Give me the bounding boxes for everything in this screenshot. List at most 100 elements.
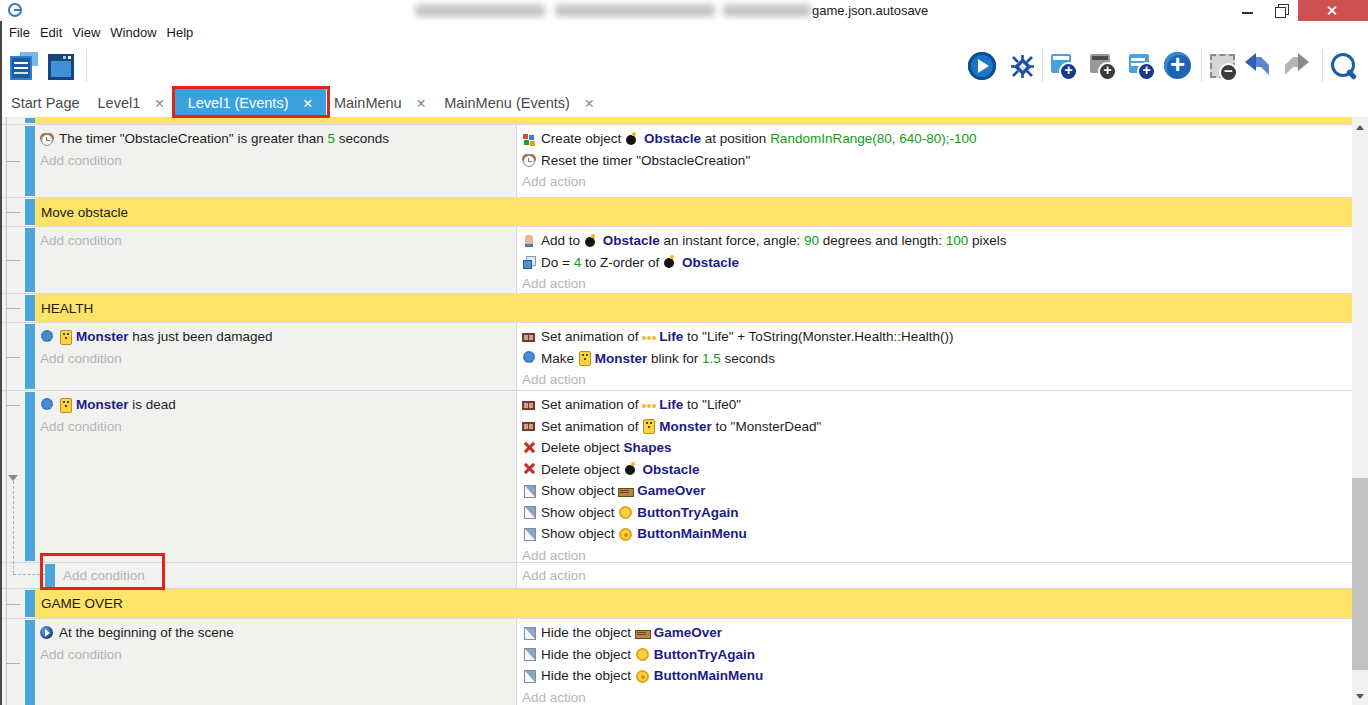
debug-icon[interactable]: [1008, 52, 1036, 80]
menu-edit[interactable]: Edit: [40, 25, 62, 40]
comment-row: Move obstacle: [0, 198, 1352, 227]
title-redacted: [555, 4, 715, 17]
event-line[interactable]: Do = 4 to Z-order of Obstacle: [522, 252, 1352, 274]
add-event-icon[interactable]: [1050, 52, 1078, 80]
panel-splitter[interactable]: [0, 21, 2, 705]
scene-icon: [40, 626, 55, 640]
event-line[interactable]: The timer "ObstacleCreation" is greater …: [40, 128, 516, 150]
event-line[interactable]: Hide the object ButtonMainMenu: [522, 665, 1352, 687]
tab-close-icon[interactable]: ✕: [416, 96, 426, 111]
event-row: Add condition Add to Obstacle an instant …: [0, 227, 1352, 294]
comment-text[interactable]: HEALTH: [35, 294, 1352, 322]
gameover-icon: [618, 484, 633, 498]
actions-cell: Set animation of Life to "Life0"Set anim…: [516, 391, 1352, 562]
event-line[interactable]: At the beginning of the scene: [40, 622, 516, 644]
search-icon[interactable]: [1330, 52, 1358, 80]
anim-icon: [522, 419, 537, 433]
comment-text[interactable]: GAME OVER: [35, 589, 1352, 618]
event-line[interactable]: Make Monster blink for 1.5 seconds: [522, 348, 1352, 370]
event-color-bar[interactable]: [25, 228, 35, 292]
add-action-placeholder[interactable]: Add action: [522, 687, 1352, 705]
gear-icon: [40, 398, 55, 412]
scrollbar-down-icon[interactable]: [1356, 694, 1364, 699]
event-color-bar[interactable]: [25, 199, 35, 225]
event-row: At the beginning of the sceneAdd conditi…: [0, 619, 1352, 705]
gear-icon: [522, 351, 537, 365]
event-line[interactable]: Hide the object ButtonTryAgain: [522, 644, 1352, 666]
event-color-bar[interactable]: [25, 126, 35, 196]
zorder-icon: [522, 255, 537, 269]
toolbar: [0, 43, 1368, 89]
event-line[interactable]: Create object Obstacle at position Rando…: [522, 128, 1352, 150]
tab-close-icon[interactable]: ✕: [154, 96, 164, 111]
add-action-placeholder[interactable]: Add action: [522, 273, 1352, 295]
add-action-placeholder[interactable]: Add action: [522, 565, 1352, 587]
actions-cell: Hide the object GameOverHide the object …: [516, 619, 1352, 705]
event-line[interactable]: Monster has just been damaged: [40, 326, 516, 348]
scene-editor-icon[interactable]: [48, 52, 76, 80]
add-subevent-icon[interactable]: [1089, 52, 1117, 80]
event-color-bar[interactable]: [25, 590, 35, 617]
event-line[interactable]: Set animation of Life to "Life" + ToStri…: [522, 326, 1352, 348]
menu-window[interactable]: Window: [110, 25, 156, 40]
event-line[interactable]: Hide the object GameOver: [522, 622, 1352, 644]
event-color-bar[interactable]: [25, 295, 35, 321]
add-condition-placeholder[interactable]: Add condition: [40, 416, 516, 438]
btn1-icon: [635, 647, 650, 661]
play-icon[interactable]: [968, 52, 996, 80]
window-title: game.json.autosave: [812, 3, 928, 18]
tab-level1[interactable]: Level1✕: [98, 89, 165, 117]
event-line[interactable]: Add to Obstacle an instant force, angle:…: [522, 230, 1352, 252]
tab-mainmenu[interactable]: MainMenu✕: [334, 89, 426, 117]
event-color-bar[interactable]: [25, 118, 35, 123]
comment-text[interactable]: [35, 117, 1352, 124]
undo-icon[interactable]: [1243, 52, 1271, 80]
tab-start-page[interactable]: Start Page: [11, 89, 80, 117]
redo-icon[interactable]: [1283, 52, 1311, 80]
event-color-bar[interactable]: [25, 392, 35, 561]
event-row: Monster is deadAdd conditionSet animatio…: [0, 391, 1352, 563]
event-color-bar[interactable]: [25, 620, 35, 705]
annotation-box-add-condition: [40, 553, 165, 590]
comment-text[interactable]: Move obstacle: [35, 198, 1352, 226]
event-line[interactable]: Reset the timer "ObstacleCreation": [522, 150, 1352, 172]
add-condition-placeholder[interactable]: Add condition: [40, 150, 516, 172]
monster-icon: [578, 351, 591, 365]
scrollbar-up-icon[interactable]: [1356, 125, 1364, 130]
tab-mainmenu-events[interactable]: MainMenu (Events)✕: [444, 89, 594, 117]
menu-bar: File Edit View Window Help: [0, 21, 1368, 43]
actions-cell: Create object Obstacle at position Rando…: [516, 125, 1352, 197]
scrollbar-thumb[interactable]: [1352, 478, 1368, 670]
event-line[interactable]: Delete object Shapes: [522, 437, 1352, 459]
restore-button[interactable]: [1264, 0, 1298, 21]
add-comment-icon[interactable]: [1128, 52, 1156, 80]
delete-event-icon[interactable]: [1209, 52, 1237, 80]
event-line[interactable]: Show object ButtonTryAgain: [522, 502, 1352, 524]
add-other-event-icon[interactable]: [1164, 52, 1192, 80]
event-line[interactable]: Show object ButtonMainMenu: [522, 523, 1352, 545]
actions-cell: Add to Obstacle an instant force, angle:…: [516, 227, 1352, 293]
life-icon: [642, 330, 658, 344]
menu-view[interactable]: View: [72, 25, 100, 40]
menu-file[interactable]: File: [9, 25, 30, 40]
add-condition-placeholder[interactable]: Add condition: [40, 644, 516, 666]
add-action-placeholder[interactable]: Add action: [522, 171, 1352, 193]
event-line[interactable]: Set animation of Life to "Life0": [522, 394, 1352, 416]
event-color-bar[interactable]: [25, 324, 35, 389]
events-editor-icon[interactable]: [10, 52, 38, 80]
add-condition-placeholder[interactable]: Add condition: [40, 348, 516, 370]
event-line[interactable]: Delete object Obstacle: [522, 459, 1352, 481]
event-line[interactable]: Show object GameOver: [522, 480, 1352, 502]
delete-icon: [522, 441, 537, 455]
menu-help[interactable]: Help: [167, 25, 194, 40]
event-line[interactable]: Set animation of Monster to "MonsterDead…: [522, 416, 1352, 438]
minimize-button[interactable]: [1230, 0, 1264, 21]
tab-close-icon[interactable]: ✕: [584, 96, 594, 111]
event-row: Add conditionAdd action: [0, 563, 1352, 589]
add-condition-placeholder[interactable]: Add condition: [40, 230, 516, 252]
monster-icon: [59, 398, 72, 412]
vertical-scrollbar[interactable]: [1352, 117, 1368, 705]
close-button[interactable]: [1298, 0, 1368, 21]
event-line[interactable]: Monster is dead: [40, 394, 516, 416]
add-action-placeholder[interactable]: Add action: [522, 369, 1352, 391]
